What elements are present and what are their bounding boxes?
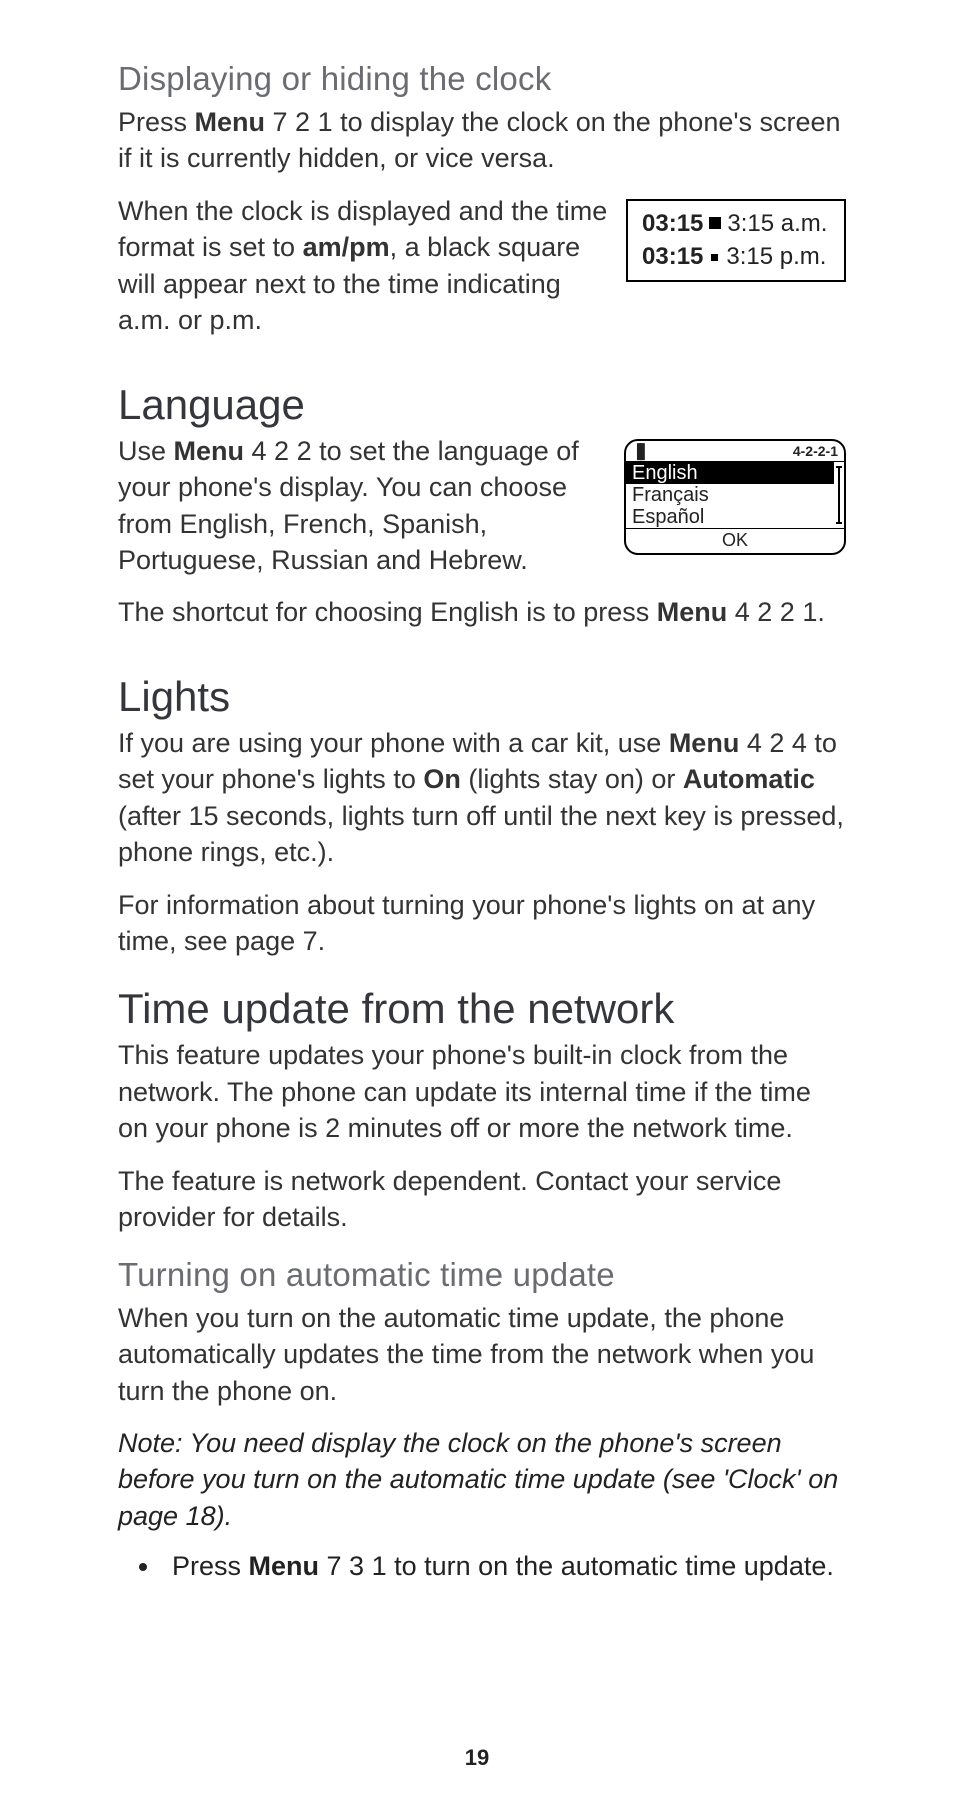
softkey-ok: OK [626, 529, 844, 553]
text: 7 3 1 to turn on the automatic time upda… [319, 1551, 834, 1581]
text: 4 2 2 1. [727, 597, 825, 627]
on-bold: On [423, 764, 461, 794]
text: The shortcut for choosing English is to … [118, 597, 657, 627]
time-suffix: 3:15 a.m. [727, 207, 827, 241]
bullet-list: Press Menu 7 3 1 to turn on the automati… [118, 1548, 846, 1584]
text: Press [118, 107, 195, 137]
page-number: 19 [0, 1745, 954, 1771]
language-p2: The shortcut for choosing English is to … [118, 594, 846, 630]
time-bold-value: 03:15 [642, 207, 703, 241]
ampm-bold: am/pm [303, 232, 390, 262]
time-row-pm: 03:15 3:15 p.m. [642, 240, 834, 274]
text: (after 15 seconds, lights turn off until… [118, 801, 844, 867]
menu-bold: Menu [195, 107, 266, 137]
menu-bold: Menu [657, 597, 728, 627]
clock-p1: Press Menu 7 2 1 to display the clock on… [118, 104, 846, 177]
phone-list: English Français Español [626, 461, 844, 529]
menu-bold: Menu [669, 728, 740, 758]
phone-item-francais: Français [626, 484, 834, 506]
heading-time-update: Time update from the network [118, 985, 846, 1033]
time-example-box: 03:15 3:15 a.m. 03:15 3:15 p.m. [626, 199, 846, 282]
scrollbar [837, 466, 841, 524]
phone-item-espanol: Español [626, 506, 834, 528]
menu-path: 4-2-2-1 [793, 443, 838, 459]
menu-bold: Menu [174, 436, 245, 466]
text: If you are using your phone with a car k… [118, 728, 669, 758]
lights-p2: For information about turning your phone… [118, 887, 846, 960]
pm-square-icon [711, 254, 718, 261]
phone-status-bar: ▐▌ 4-2-2-1 [626, 441, 844, 461]
time-row-am: 03:15 3:15 a.m. [642, 207, 834, 241]
automatic-bold: Automatic [683, 764, 815, 794]
auto-time-p: When you turn on the automatic time upda… [118, 1300, 846, 1409]
auto-time-note: Note: You need display the clock on the … [118, 1425, 846, 1534]
heading-auto-time: Turning on automatic time update [118, 1256, 846, 1294]
text: (lights stay on) or [461, 764, 683, 794]
time-update-p1: This feature updates your phone's built-… [118, 1037, 846, 1146]
phone-item-english: English [626, 462, 834, 484]
time-bold-value: 03:15 [642, 240, 703, 274]
menu-bold: Menu [249, 1551, 320, 1581]
lights-p1: If you are using your phone with a car k… [118, 725, 846, 871]
bullet-item: Press Menu 7 3 1 to turn on the automati… [162, 1548, 846, 1584]
phone-screen-language: ▐▌ 4-2-2-1 English Français Español OK [624, 439, 846, 555]
heading-clock: Displaying or hiding the clock [118, 60, 846, 98]
manual-page: Displaying or hiding the clock Press Men… [0, 0, 954, 1803]
heading-lights: Lights [118, 673, 846, 721]
heading-language: Language [118, 381, 846, 429]
text: Use [118, 436, 174, 466]
time-update-p2: The feature is network dependent. Contac… [118, 1163, 846, 1236]
time-suffix: 3:15 p.m. [726, 240, 826, 274]
am-square-icon [709, 217, 721, 229]
text: Press [172, 1551, 249, 1581]
signal-icon: ▐▌ [632, 443, 648, 459]
